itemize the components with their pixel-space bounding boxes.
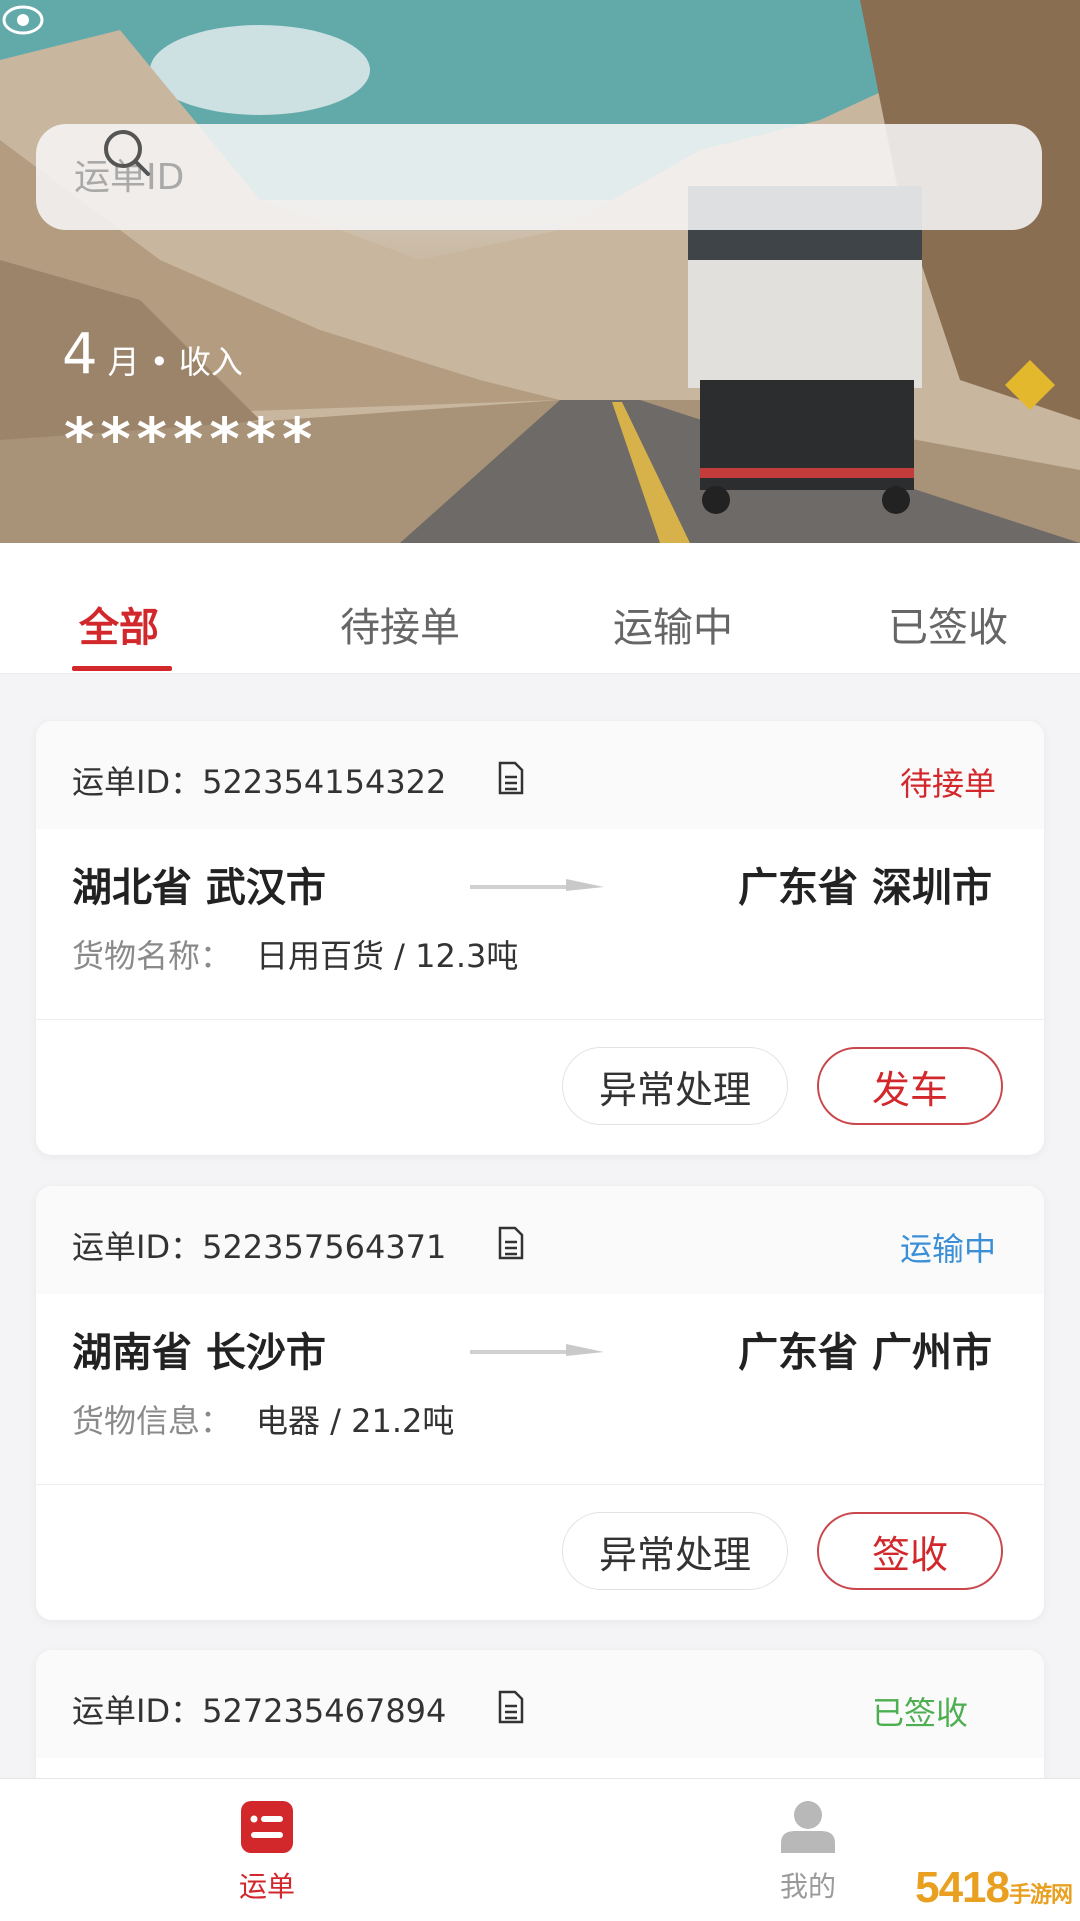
goods-label: 货物信息： <box>72 1402 233 1440</box>
order-card[interactable]: 运单ID：522357564371 运输中 湖南省 长沙市 广东省 广州市 货物… <box>36 1186 1044 1620</box>
income-month: 4 <box>62 322 98 387</box>
route-arrow-icon <box>470 879 604 891</box>
goods-info: 货物信息： 电器 / 21.2吨 <box>36 1384 1044 1464</box>
nav-label-profile: 我的 <box>779 1870 836 1903</box>
sign-button[interactable]: 签收 <box>817 1512 1003 1590</box>
tab-all[interactable]: 全部 <box>79 595 159 653</box>
search-icon <box>104 130 150 176</box>
document-icon[interactable] <box>496 1690 526 1724</box>
order-id: 运单ID：527235467894 <box>72 1692 447 1730</box>
hero-banner: 4 月 • 收入 ******* <box>0 0 1080 543</box>
tab-pending[interactable]: 待接单 <box>340 595 460 653</box>
order-route: 湖北省 武汉市 广东省 深圳市 <box>36 829 1044 919</box>
watermark-logo: 5418手游网 <box>915 1863 1073 1913</box>
search-input[interactable] <box>72 155 836 199</box>
tab-active-indicator <box>72 666 172 671</box>
route-origin: 湖北省 武汉市 <box>72 865 326 911</box>
route-origin: 湖南省 长沙市 <box>72 1330 326 1376</box>
watermark-suffix: 手游网 <box>1008 1882 1073 1907</box>
order-status: 待接单 <box>899 765 996 803</box>
order-id: 运单ID：522357564371 <box>72 1228 447 1266</box>
nav-item-profile[interactable]: 我的 <box>738 1799 878 1905</box>
watermark-text: 5418 <box>915 1863 1010 1912</box>
order-route: 湖南省 长沙市 广东省 广州市 <box>36 1294 1044 1384</box>
income-label: 月 • 收入 <box>107 343 243 381</box>
bottom-navigation: 运单 我的 5418手游网 <box>0 1778 1080 1921</box>
route-destination: 广东省 深圳市 <box>738 865 992 911</box>
income-summary: 4 月 • 收入 <box>62 322 243 387</box>
order-card-header: 运单ID：522357564371 运输中 <box>36 1186 1044 1294</box>
nav-label-orders: 运单 <box>238 1870 295 1903</box>
order-card-header: 运单ID：522354154322 待接单 <box>36 721 1044 829</box>
order-card-header: 运单ID：527235467894 已签收 <box>36 1650 1044 1758</box>
tab-signed[interactable]: 已签收 <box>888 595 1008 653</box>
order-id: 运单ID：522354154322 <box>72 763 447 801</box>
goods-value: 电器 / 21.2吨 <box>256 1402 455 1440</box>
depart-button[interactable]: 发车 <box>817 1047 1003 1125</box>
exception-button[interactable]: 异常处理 <box>562 1512 788 1590</box>
exception-button[interactable]: 异常处理 <box>562 1047 788 1125</box>
eye-icon[interactable] <box>0 0 46 40</box>
route-arrow-icon <box>470 1344 604 1356</box>
goods-info: 货物名称： 日用百货 / 12.3吨 <box>36 919 1044 999</box>
user-icon <box>781 1801 835 1853</box>
order-status: 已签收 <box>871 1694 968 1732</box>
order-card[interactable]: 运单ID：522354154322 待接单 湖北省 武汉市 广东省 深圳市 货物… <box>36 721 1044 1155</box>
list-icon <box>241 1801 293 1853</box>
goods-label: 货物名称： <box>72 937 233 975</box>
income-masked-value: ******* <box>64 405 319 473</box>
order-tabs: 全部 待接单 运输中 已签收 <box>0 543 1080 674</box>
goods-value: 日用百货 / 12.3吨 <box>256 937 519 975</box>
document-icon[interactable] <box>496 1226 526 1260</box>
order-actions: 异常处理 签收 <box>36 1485 1044 1620</box>
search-bar[interactable] <box>36 124 1042 230</box>
order-status: 运输中 <box>899 1230 996 1268</box>
route-destination: 广东省 广州市 <box>738 1330 992 1376</box>
order-actions: 异常处理 发车 <box>36 1020 1044 1155</box>
document-icon[interactable] <box>496 761 526 795</box>
nav-item-orders[interactable]: 运单 <box>197 1799 337 1905</box>
tab-in-transit[interactable]: 运输中 <box>613 595 733 653</box>
